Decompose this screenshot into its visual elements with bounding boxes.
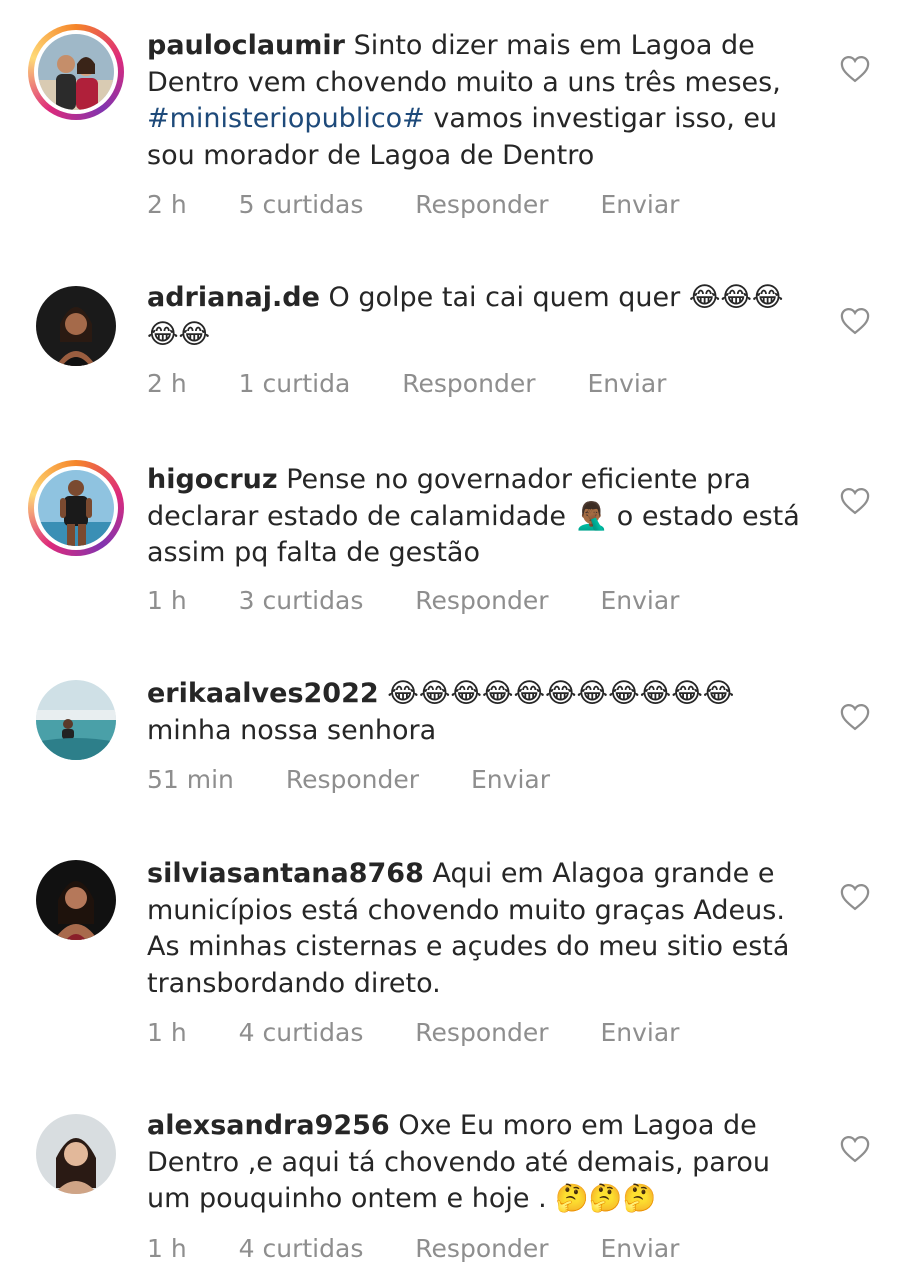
comment-item: erikaalves2022 😂😂😂😂😂😂😂😂😂😂😂 minha nossa s…	[0, 660, 918, 850]
comment-meta: 1 h 4 curtidas Responder Enviar	[147, 1018, 723, 1047]
user-avatar-icon	[38, 34, 114, 110]
hashtag-link[interactable]: #ministeriopublico#	[147, 103, 425, 134]
reply-button[interactable]: Responder	[415, 1018, 548, 1047]
user-avatar-icon	[36, 1114, 116, 1194]
story-ring[interactable]	[28, 460, 124, 556]
comment-item: adrianaj.de O golpe tai cai quem quer 😂😂…	[0, 240, 918, 450]
comment-username[interactable]: alexsandra9256	[147, 1110, 390, 1141]
reply-button[interactable]: Responder	[415, 1234, 548, 1263]
avatar[interactable]	[36, 286, 116, 366]
comment-text: pauloclaumir Sinto dizer mais em Lagoa d…	[147, 28, 819, 174]
comment-meta: 1 h 3 curtidas Responder Enviar	[147, 586, 723, 615]
user-avatar-icon	[36, 680, 116, 760]
send-button[interactable]: Enviar	[600, 190, 679, 219]
comment-username[interactable]: higocruz	[147, 464, 278, 495]
comment-username[interactable]: pauloclaumir	[147, 30, 345, 61]
send-button[interactable]: Enviar	[600, 1234, 679, 1263]
user-avatar-icon	[36, 860, 116, 940]
avatar[interactable]	[36, 680, 116, 760]
comment-text: alexsandra9256 Oxe Eu moro em Lagoa de D…	[147, 1108, 819, 1218]
comment-likes[interactable]: 4 curtidas	[239, 1234, 364, 1263]
story-ring[interactable]	[28, 24, 124, 120]
comment-item: pauloclaumir Sinto dizer mais em Lagoa d…	[0, 0, 918, 240]
comment-likes[interactable]: 3 curtidas	[239, 586, 364, 615]
comment-item: alexsandra9256 Oxe Eu moro em Lagoa de D…	[0, 1090, 918, 1280]
comment-time: 1 h	[147, 586, 187, 615]
like-heart-icon[interactable]	[840, 883, 870, 911]
send-button[interactable]: Enviar	[471, 765, 550, 794]
user-avatar-icon	[38, 470, 114, 546]
send-button[interactable]: Enviar	[600, 1018, 679, 1047]
comment-text: erikaalves2022 😂😂😂😂😂😂😂😂😂😂😂 minha nossa s…	[147, 676, 819, 749]
comment-item: silviasantana8768 Aqui em Alagoa grande …	[0, 850, 918, 1090]
reply-button[interactable]: Responder	[415, 190, 548, 219]
comment-item: higocruz Pense no governador eficiente p…	[0, 450, 918, 660]
comment-time: 1 h	[147, 1018, 187, 1047]
like-heart-icon[interactable]	[840, 703, 870, 731]
comment-text: higocruz Pense no governador eficiente p…	[147, 462, 819, 572]
like-heart-icon[interactable]	[840, 307, 870, 335]
comment-text: adrianaj.de O golpe tai cai quem quer 😂😂…	[147, 280, 819, 353]
comment-likes[interactable]: 1 curtida	[239, 369, 351, 398]
comment-time: 2 h	[147, 190, 187, 219]
comment-time: 2 h	[147, 369, 187, 398]
comment-username[interactable]: adrianaj.de	[147, 282, 320, 313]
avatar[interactable]	[36, 860, 116, 940]
comment-username[interactable]: silviasantana8768	[147, 858, 424, 889]
comment-meta: 2 h 1 curtida Responder Enviar	[147, 369, 710, 398]
comment-time: 51 min	[147, 765, 234, 794]
comment-meta: 51 min Responder Enviar	[147, 765, 594, 794]
like-heart-icon[interactable]	[840, 487, 870, 515]
comment-username[interactable]: erikaalves2022	[147, 678, 379, 709]
comment-meta: 1 h 4 curtidas Responder Enviar	[147, 1234, 723, 1263]
comment-text: silviasantana8768 Aqui em Alagoa grande …	[147, 856, 819, 1002]
comment-likes[interactable]: 5 curtidas	[239, 190, 364, 219]
comment-meta: 2 h 5 curtidas Responder Enviar	[147, 190, 723, 219]
avatar[interactable]	[36, 1114, 116, 1194]
send-button[interactable]: Enviar	[587, 369, 666, 398]
like-heart-icon[interactable]	[840, 1135, 870, 1163]
send-button[interactable]: Enviar	[600, 586, 679, 615]
reply-button[interactable]: Responder	[415, 586, 548, 615]
comment-time: 1 h	[147, 1234, 187, 1263]
reply-button[interactable]: Responder	[286, 765, 419, 794]
reply-button[interactable]: Responder	[402, 369, 535, 398]
comment-likes[interactable]: 4 curtidas	[239, 1018, 364, 1047]
like-heart-icon[interactable]	[840, 55, 870, 83]
user-avatar-icon	[36, 286, 116, 366]
